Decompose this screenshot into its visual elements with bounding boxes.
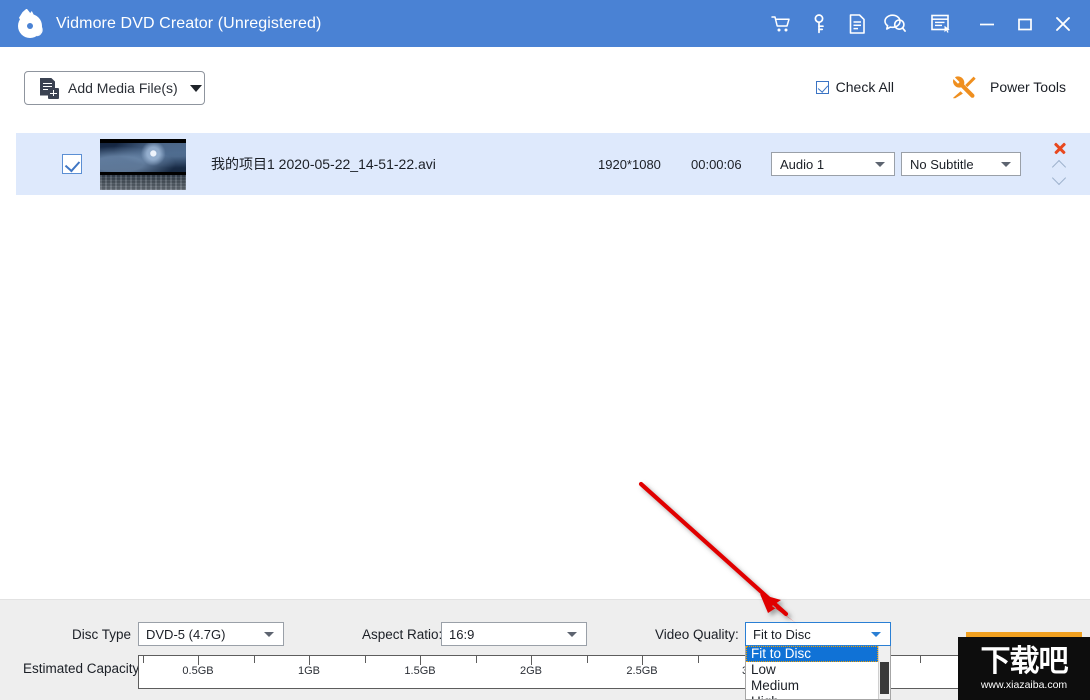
aspect-ratio-select[interactable]: 16:9 [441,622,587,646]
chevron-down-icon [264,632,274,637]
media-filename: 我的项目1 2020-05-22_14-51-22.avi [211,154,436,174]
video-quality-label: Video Quality: [655,627,739,642]
subtitle-select[interactable]: No Subtitle [901,152,1021,176]
capacity-tick-minor [143,656,144,663]
disc-type-select[interactable]: DVD-5 (4.7G) [138,622,284,646]
close-icon[interactable] [1048,9,1078,39]
document-icon[interactable] [842,9,872,39]
capacity-tick-minor [920,656,921,663]
chevron-down-icon [1001,162,1011,167]
table-row[interactable]: 我的项目1 2020-05-22_14-51-22.avi 1920*1080 … [16,133,1090,195]
title-bar: Vidmore DVD Creator (Unregistered) [0,0,1090,47]
estimated-capacity-bar: 0.5GB1GB1.5GB2GB2.5GB3GB3.5GB4GB [138,655,1090,689]
dropdown-scrollbar-thumb[interactable] [880,662,889,694]
video-quality-dropdown-list[interactable]: Fit to Disc Low Medium High [745,646,891,700]
capacity-tick-major [309,656,310,665]
capacity-tick-minor [587,656,588,663]
disc-type-value: DVD-5 (4.7G) [146,627,225,642]
disc-type-label: Disc Type [72,627,131,642]
dropdown-option-fit-to-disc[interactable]: Fit to Disc [746,646,878,662]
media-resolution: 1920*1080 [598,157,661,172]
dropdown-option-medium[interactable]: Medium [746,678,890,694]
chevron-down-icon[interactable] [190,85,202,92]
dropdown-option-low[interactable]: Low [746,662,890,678]
chevron-down-icon[interactable] [1053,175,1066,183]
capacity-tick-minor [254,656,255,663]
media-duration: 00:00:06 [691,157,742,172]
watermark-url: www.xiazaiba.com [981,679,1067,692]
add-media-files-button[interactable]: Add Media File(s) [24,71,205,105]
menu-icon[interactable] [926,9,956,39]
row-checkbox[interactable] [62,154,82,174]
chevron-down-icon [567,632,577,637]
capacity-tick-label: 1.5GB [404,665,435,677]
capacity-tick-major [420,656,421,665]
capacity-tick-label: 0.5GB [182,665,213,677]
night-sky-moon-thumbnail[interactable] [100,139,186,190]
dropdown-scrollbar[interactable] [878,646,890,700]
capacity-tick-major [531,656,532,665]
wrench-screwdriver-icon [951,75,977,99]
key-icon[interactable] [804,9,834,39]
audio-track-value: Audio 1 [780,157,824,172]
dvd-flame-icon [15,9,45,39]
minimize-icon[interactable] [972,9,1002,39]
watermark-text: 下载吧 [981,645,1068,679]
estimated-capacity-label: Estimated Capacity: [23,661,143,676]
power-tools-button[interactable]: Power Tools [951,75,1066,99]
capacity-tick-minor [365,656,366,663]
check-all-label: Check All [836,79,894,95]
chevron-down-icon [871,632,881,637]
capacity-tick-label: 2.5GB [626,665,657,677]
close-x-icon[interactable] [1053,141,1067,155]
video-quality-select[interactable]: Fit to Disc [745,622,891,646]
toolbar: Add Media File(s) Check All Power Tools [0,47,1090,131]
dropdown-option-high[interactable]: High [746,694,890,700]
capacity-tick-major [642,656,643,665]
chevron-down-icon [875,162,885,167]
check-all-checkbox[interactable] [816,81,829,94]
power-tools-label: Power Tools [990,79,1066,95]
feedback-icon[interactable] [880,9,910,39]
capacity-tick-minor [476,656,477,663]
capacity-tick-label: 2GB [520,665,542,677]
audio-track-select[interactable]: Audio 1 [771,152,895,176]
chevron-up-icon[interactable] [1053,161,1066,169]
capacity-tick-major [198,656,199,665]
subtitle-value: No Subtitle [910,157,974,172]
cart-icon[interactable] [766,9,796,39]
aspect-ratio-value: 16:9 [449,627,474,642]
aspect-ratio-label: Aspect Ratio: [362,627,442,642]
add-document-icon [40,78,59,99]
site-watermark: 下载吧 www.xiazaiba.com [958,632,1090,700]
capacity-tick-minor [698,656,699,663]
check-all-button[interactable]: Check All [816,79,894,95]
media-list: 我的项目1 2020-05-22_14-51-22.avi 1920*1080 … [0,131,1090,599]
app-window: Vidmore DVD Creator (Unregistered) [0,0,1090,700]
video-quality-value: Fit to Disc [753,627,811,642]
titlebar-icon-group [762,0,1082,47]
add-media-files-label: Add Media File(s) [68,80,178,96]
capacity-tick-label: 1GB [298,665,320,677]
maximize-icon[interactable] [1010,9,1040,39]
app-title: Vidmore DVD Creator (Unregistered) [56,15,321,33]
